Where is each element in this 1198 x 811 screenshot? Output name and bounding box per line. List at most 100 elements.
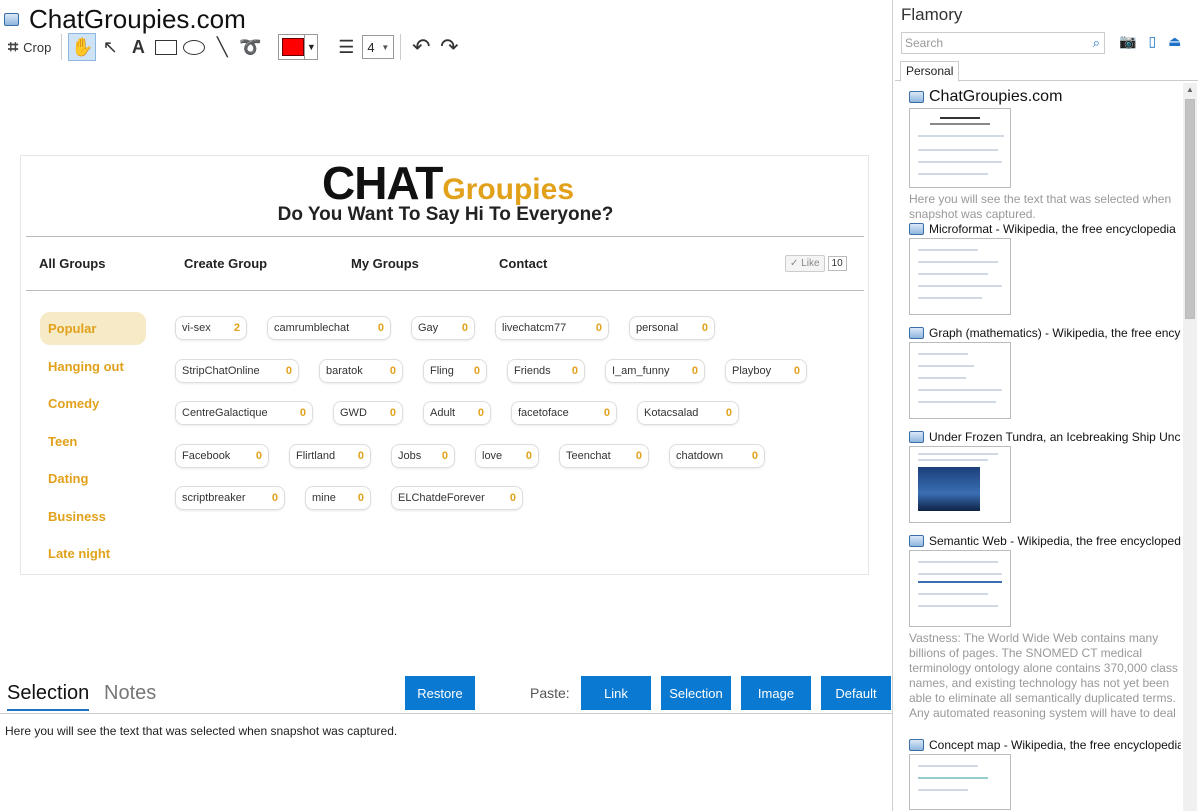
paste-label: Paste: [530, 685, 570, 701]
entry-title: Under Frozen Tundra, an Icebreaking Ship… [929, 430, 1181, 444]
entry-title: Graph (mathematics) - Wikipedia, the fre… [929, 326, 1181, 340]
crop-label: Crop [23, 39, 52, 55]
text-tool-icon[interactable]: A [124, 33, 152, 61]
entry-title: ChatGroupies.com [929, 88, 1063, 105]
page-favicon-icon [909, 91, 924, 103]
entry-thumbnail [909, 108, 1011, 188]
group-pill: Facebook 0 [175, 443, 269, 468]
category-list: Popular Hanging out Comedy Teen Dating B… [40, 312, 146, 574]
app-name: Flamory [901, 5, 963, 24]
group-pill: Flirtland 0 [289, 443, 371, 468]
snapshot-entry[interactable]: Microformat - Wikipedia, the free encycl… [909, 222, 1181, 315]
drawing-toolbar: ⌗ Crop ✋ ↖ A ╲ ➰ ▼ ☰ 4 ▼ ↶ ↷ [4, 32, 889, 62]
crop-icon: ⌗ [8, 36, 19, 57]
group-pill: love 0 [475, 443, 539, 468]
category-item: Hanging out [48, 358, 124, 374]
divider [26, 290, 864, 291]
group-pill: mine 0 [305, 486, 371, 510]
color-picker[interactable]: ▼ [278, 34, 319, 60]
undo-icon[interactable]: ↶ [407, 33, 435, 61]
category-item: Business [48, 508, 106, 524]
rectangle-tool-icon[interactable] [152, 33, 180, 61]
entry-thumbnail [909, 754, 1011, 810]
category-item: Dating [48, 471, 89, 486]
divider [26, 236, 864, 237]
line-tool-icon[interactable]: ╲ [208, 33, 236, 61]
scroll-up-icon[interactable]: ▲ [1186, 85, 1194, 94]
group-pill: Kotacsalad 0 [637, 401, 739, 425]
eject-icon[interactable]: ⏏ [1168, 33, 1181, 50]
like-widget: ✓ Like 10 [785, 255, 847, 272]
entry-title: Semantic Web - Wikipedia, the free encyc… [929, 534, 1181, 548]
search-input[interactable]: Search ⌕ [901, 32, 1105, 54]
sidebar-actions: 📷 ▯ ⏏ [1119, 33, 1181, 50]
group-pill: GWD 0 [333, 401, 403, 425]
nav-all-groups: All Groups [39, 256, 106, 271]
scrollbar-thumb[interactable] [1185, 99, 1195, 319]
site-tagline: Do You Want To Say Hi To Everyone? [277, 204, 614, 225]
snapshot-entry[interactable]: Semantic Web - Wikipedia, the free encyc… [909, 534, 1181, 721]
crop-button[interactable]: ⌗ Crop [4, 33, 55, 61]
snapshot-entry[interactable]: Concept map - Wikipedia, the free encycl… [909, 738, 1181, 810]
group-pill: ELChatdeForever 0 [391, 486, 523, 510]
group-pill: Playboy 0 [725, 358, 807, 383]
site-logo: CHATGroupies [321, 157, 575, 209]
category-item: Late night [48, 546, 111, 561]
group-pill: camrumblechat 0 [267, 316, 391, 340]
chevron-down-icon: ▼ [381, 42, 390, 52]
page-icon[interactable]: ▯ [1148, 33, 1156, 50]
like-button: ✓ Like [785, 255, 825, 272]
flamory-sidebar: Flamory Search ⌕ 📷 ▯ ⏏ Personal ChatGrou… [895, 0, 1198, 811]
sidebar-scrollbar[interactable]: ▲ [1183, 83, 1197, 811]
snapshot-entry[interactable]: Under Frozen Tundra, an Icebreaking Ship… [909, 430, 1181, 523]
category-item: Popular [40, 312, 146, 345]
group-pill: personal 0 [629, 316, 715, 340]
search-icon[interactable]: ⌕ [1093, 35, 1100, 51]
toolbar-divider [400, 34, 402, 60]
page-favicon-icon [909, 327, 924, 339]
tab-notes[interactable]: Notes [104, 682, 156, 705]
redo-icon[interactable]: ↷ [435, 33, 463, 61]
paste-link-button[interactable]: Link [581, 676, 651, 710]
freehand-tool-icon[interactable]: ➰ [236, 33, 264, 61]
paste-default-button[interactable]: Default [821, 676, 891, 710]
snapshot-entry[interactable]: ChatGroupies.com Here you will see the t… [909, 88, 1181, 222]
bottom-tabs: Selection Notes Restore Paste: Link Sele… [0, 676, 893, 714]
restore-button[interactable]: Restore [405, 676, 475, 710]
group-pill: livechatcm77 0 [495, 316, 609, 340]
entry-thumbnail [909, 550, 1011, 627]
tab-personal[interactable]: Personal [900, 61, 960, 82]
hand-tool-icon[interactable]: ✋ [68, 33, 97, 61]
page-title: ChatGroupies.com [29, 3, 246, 34]
sidebar-tabs: Personal [895, 61, 1198, 82]
entry-description: Here you will see the text that was sele… [909, 192, 1172, 221]
page-favicon-icon [909, 535, 924, 547]
entry-title: Microformat - Wikipedia, the free encycl… [929, 222, 1176, 236]
group-pill: facetoface 0 [511, 401, 617, 425]
snapshot-entry[interactable]: Graph (mathematics) - Wikipedia, the fre… [909, 326, 1181, 419]
page-favicon-icon [4, 12, 19, 26]
ellipse-tool-icon[interactable] [180, 33, 208, 61]
group-pill: Adult 0 [423, 401, 491, 425]
group-pill: Jobs 0 [391, 443, 455, 468]
tab-selection[interactable]: Selection [7, 682, 90, 711]
group-row: scriptbreaker 0 mine 0 ELChatdeForever 0 [175, 486, 865, 512]
color-swatch [282, 38, 305, 56]
like-count: 10 [827, 256, 847, 271]
paste-image-button[interactable]: Image [741, 676, 811, 710]
group-grid: vi-sex 2 camrumblechat 0 Gay 0 livechatcm77… [175, 316, 865, 529]
group-pill: Gay 0 [411, 316, 475, 340]
app-window: ChatGroupies.com ⌗ Crop ✋ ↖ A ╲ ➰ ▼ ☰ 4 … [0, 0, 1198, 811]
group-row: vi-sex 2 camrumblechat 0 Gay 0 livechatcm77… [175, 316, 865, 342]
paste-selection-button[interactable]: Selection [661, 676, 731, 710]
stroke-width-select[interactable]: 4 ▼ [362, 35, 395, 59]
snapshot-preview: CHATGroupies Do You Want To Say Hi To Ev… [20, 155, 869, 575]
group-pill: Teenchat 0 [559, 443, 649, 468]
entry-description: Vastness: The World Wide Web contains ma… [909, 631, 1178, 720]
camera-icon[interactable]: 📷 [1119, 33, 1136, 50]
group-row: Facebook 0 Flirtland 0 Jobs 0 love 0 Teencha… [175, 443, 865, 470]
group-pill: Fling 0 [423, 358, 487, 383]
pointer-tool-icon[interactable]: ↖ [96, 33, 124, 61]
ship-photo [918, 467, 980, 511]
group-pill: vi-sex 2 [175, 316, 247, 340]
